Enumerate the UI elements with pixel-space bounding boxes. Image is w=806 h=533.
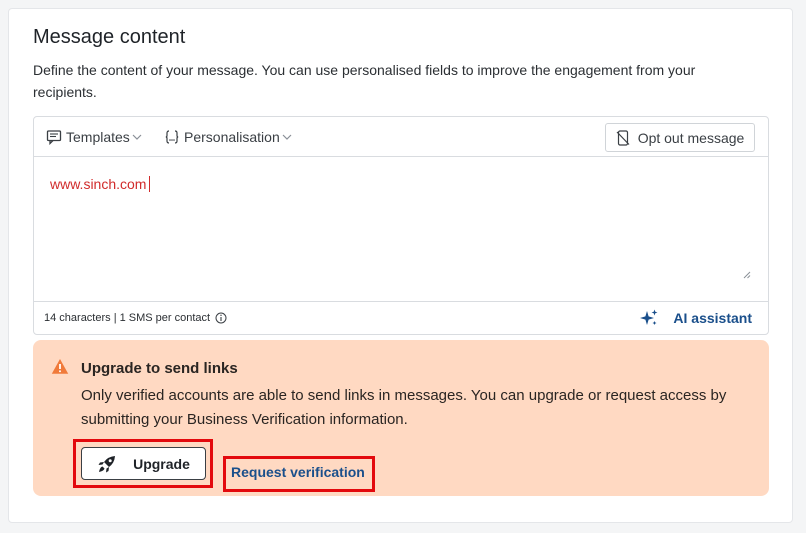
character-count: 14 characters | 1 SMS per contact xyxy=(44,312,227,324)
message-content-card: Message content Define the content of yo… xyxy=(8,8,793,523)
text-caret xyxy=(149,176,151,192)
section-description: Define the content of your message. You … xyxy=(33,62,696,100)
editor-toolbar: Templates Personalisation Opt out messag xyxy=(34,117,768,157)
resize-handle[interactable] xyxy=(743,266,751,279)
alert-body: Only verified accounts are able to send … xyxy=(81,387,727,428)
rocket-icon xyxy=(97,454,117,474)
message-text: www.sinch.com xyxy=(50,176,147,192)
alert-title: Upgrade to send links xyxy=(81,360,238,377)
upgrade-label: Upgrade xyxy=(133,455,190,472)
message-textarea[interactable]: www.sinch.com xyxy=(34,158,768,295)
upgrade-alert: Upgrade to send links Only verified acco… xyxy=(33,340,769,496)
personalisation-dropdown[interactable]: Personalisation xyxy=(164,128,292,146)
opt-out-message-button[interactable]: Opt out message xyxy=(605,123,755,152)
phone-off-icon xyxy=(616,129,630,146)
ai-assistant-label: AI assistant xyxy=(673,310,752,326)
ai-assistant-button[interactable]: AI assistant xyxy=(639,308,752,328)
message-square-icon xyxy=(46,129,62,145)
templates-dropdown[interactable]: Templates xyxy=(46,128,142,146)
braces-icon xyxy=(164,129,180,145)
section-title: Message content xyxy=(33,26,186,48)
info-icon[interactable] xyxy=(215,312,227,324)
upgrade-button[interactable]: Upgrade xyxy=(81,447,206,480)
chevron-down-icon xyxy=(282,133,292,141)
warning-triangle-icon xyxy=(51,358,69,375)
sparkles-icon xyxy=(639,308,659,328)
personalisation-label: Personalisation xyxy=(184,129,280,145)
message-editor: Templates Personalisation Opt out messag xyxy=(33,116,769,335)
chevron-down-icon xyxy=(132,133,142,141)
opt-out-label: Opt out message xyxy=(637,129,745,146)
templates-label: Templates xyxy=(66,129,130,145)
request-verification-link[interactable]: Request verification xyxy=(231,464,365,480)
editor-footer: 14 characters | 1 SMS per contact AI ass… xyxy=(34,301,768,334)
character-count-text: 14 characters | 1 SMS per contact xyxy=(44,312,211,324)
